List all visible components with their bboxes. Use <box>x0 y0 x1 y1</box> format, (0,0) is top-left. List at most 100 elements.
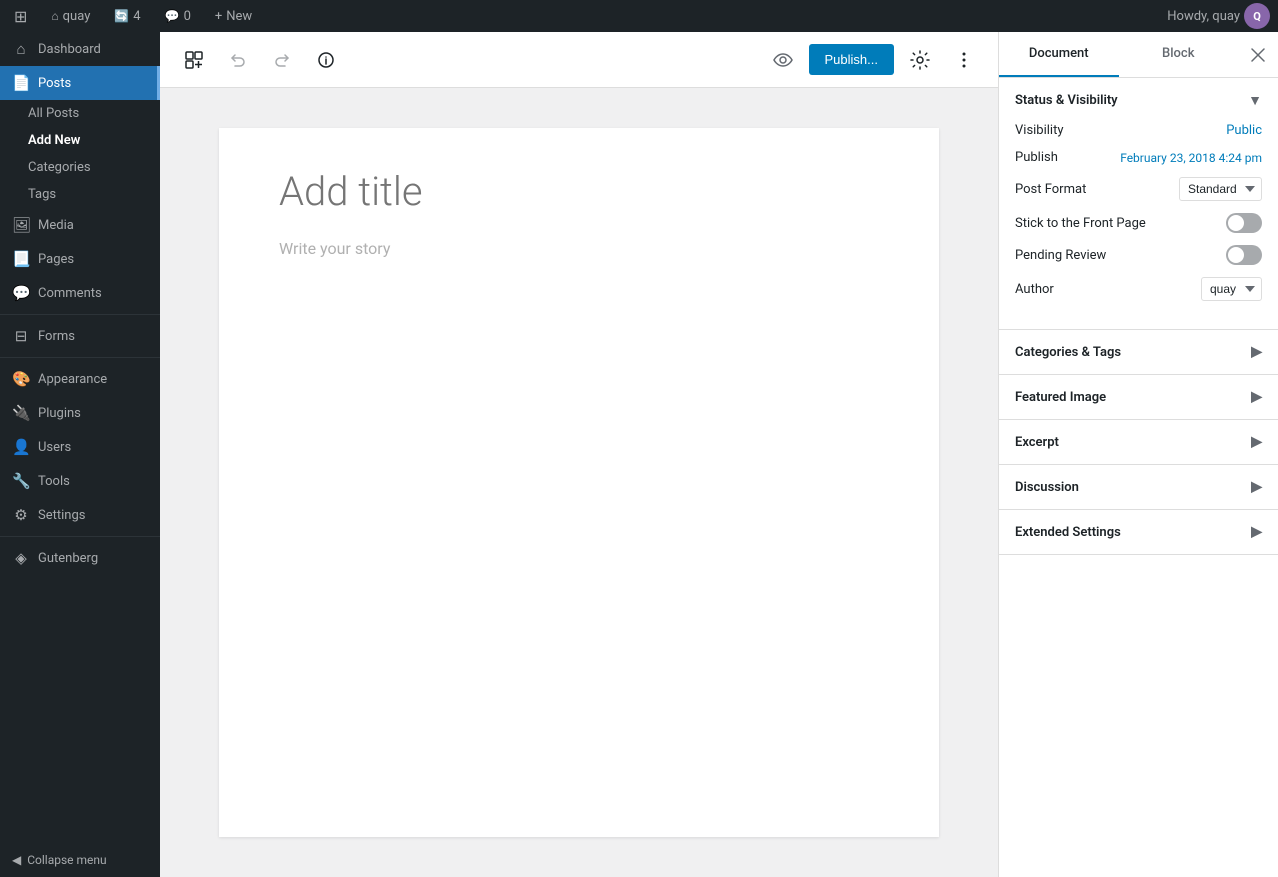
plus-icon: + <box>215 9 222 24</box>
tab-block-label: Block <box>1162 46 1194 61</box>
settings-panel-icon <box>910 50 930 70</box>
appearance-icon: 🎨 <box>12 370 30 388</box>
pages-icon: 📃 <box>12 250 30 268</box>
status-visibility-title: Status & Visibility <box>1015 93 1118 108</box>
categories-tags-chevron: ▶ <box>1251 344 1262 360</box>
sidebar-item-media[interactable]: 🖼 Media <box>0 208 160 242</box>
updates-count: 4 <box>133 9 140 24</box>
visibility-label: Visibility <box>1015 123 1064 138</box>
status-visibility-header[interactable]: Status & Visibility ▼ <box>999 78 1278 123</box>
discussion-chevron: ▶ <box>1251 479 1262 495</box>
preview-button[interactable] <box>765 42 801 78</box>
user-avatar[interactable]: Q <box>1244 3 1270 29</box>
publish-label: Publish... <box>825 52 878 67</box>
gutenberg-icon: ◈ <box>12 549 30 567</box>
settings-icon: ⚙ <box>12 506 30 524</box>
collapse-label: Collapse menu <box>27 853 106 867</box>
collapse-menu-button[interactable]: ◀ Collapse menu <box>0 843 160 877</box>
sidebar-item-label-settings: Settings <box>38 508 85 523</box>
site-name-item[interactable]: ⌂ quay <box>45 0 96 32</box>
comments-item[interactable]: 💬 0 <box>159 0 197 32</box>
extended-settings-header[interactable]: Extended Settings ▶ <box>999 510 1278 554</box>
sidebar-item-tools[interactable]: 🔧 Tools <box>0 464 160 498</box>
sidebar-item-appearance[interactable]: 🎨 Appearance <box>0 362 160 396</box>
excerpt-header[interactable]: Excerpt ▶ <box>999 420 1278 464</box>
updates-item[interactable]: 🔄 4 <box>108 0 146 32</box>
media-icon: 🖼 <box>12 216 30 234</box>
add-block-button[interactable] <box>176 42 212 78</box>
categories-label: Categories <box>28 160 91 175</box>
excerpt-title: Excerpt <box>1015 435 1059 450</box>
discussion-title: Discussion <box>1015 480 1079 495</box>
post-content-area[interactable]: Write your story <box>279 239 879 258</box>
publish-button[interactable]: Publish... <box>809 44 894 75</box>
sidebar-item-pages[interactable]: 📃 Pages <box>0 242 160 276</box>
extended-settings-chevron: ▶ <box>1251 524 1262 540</box>
featured-image-chevron: ▶ <box>1251 389 1262 405</box>
post-format-select[interactable]: Standard <box>1179 177 1262 201</box>
info-button[interactable] <box>308 42 344 78</box>
settings-panel-button[interactable] <box>902 42 938 78</box>
editor-body[interactable]: Write your story <box>160 88 998 877</box>
forms-icon: ⊟ <box>12 327 30 345</box>
panel-close-button[interactable] <box>1238 32 1278 77</box>
sidebar-item-gutenberg[interactable]: ◈ Gutenberg <box>0 541 160 575</box>
home-icon: ⌂ <box>51 9 58 23</box>
stick-front-page-toggle[interactable] <box>1226 213 1262 233</box>
author-select[interactable]: quay <box>1201 277 1262 301</box>
stick-front-page-label: Stick to the Front Page <box>1015 216 1146 231</box>
close-icon <box>1251 48 1265 62</box>
new-item[interactable]: + New <box>209 0 258 32</box>
wp-logo-icon: ⊞ <box>14 7 27 26</box>
redo-icon <box>273 51 291 69</box>
sidebar-item-plugins[interactable]: 🔌 Plugins <box>0 396 160 430</box>
sidebar: ⌂ Dashboard 📄 Posts All Posts Add New Ca… <box>0 32 160 877</box>
admin-bar: ⊞ ⌂ quay 🔄 4 💬 0 + New Howdy, quay Q <box>0 0 1278 32</box>
editor-canvas: Write your story <box>219 128 939 837</box>
more-options-button[interactable] <box>946 42 982 78</box>
wp-logo-item[interactable]: ⊞ <box>8 0 33 32</box>
categories-tags-header[interactable]: Categories & Tags ▶ <box>999 330 1278 374</box>
featured-image-header[interactable]: Featured Image ▶ <box>999 375 1278 419</box>
redo-button[interactable] <box>264 42 300 78</box>
undo-icon <box>229 51 247 69</box>
sidebar-item-label-dashboard: Dashboard <box>38 42 101 57</box>
sidebar-subitem-all-posts[interactable]: All Posts <box>0 100 160 127</box>
sidebar-item-label-pages: Pages <box>38 252 74 267</box>
content-placeholder-text: Write your story <box>279 239 390 258</box>
visibility-value[interactable]: Public <box>1226 123 1262 138</box>
more-options-icon <box>954 50 974 70</box>
author-label: Author <box>1015 282 1054 297</box>
post-title-input[interactable] <box>279 168 879 215</box>
publish-date-value[interactable]: February 23, 2018 4:24 pm <box>1120 151 1262 165</box>
sidebar-item-label-gutenberg: Gutenberg <box>38 551 98 566</box>
info-icon <box>317 51 335 69</box>
post-format-row: Post Format Standard <box>1015 177 1262 201</box>
content-area: Publish... <box>160 32 998 877</box>
tab-block[interactable]: Block <box>1119 32 1239 77</box>
sidebar-item-label-media: Media <box>38 218 74 233</box>
discussion-header[interactable]: Discussion ▶ <box>999 465 1278 509</box>
new-label: New <box>226 9 252 24</box>
pending-review-row: Pending Review <box>1015 245 1262 265</box>
sidebar-item-users[interactable]: 👤 Users <box>0 430 160 464</box>
status-visibility-chevron: ▼ <box>1248 92 1262 109</box>
sidebar-item-dashboard[interactable]: ⌂ Dashboard <box>0 32 160 66</box>
sidebar-item-settings[interactable]: ⚙ Settings <box>0 498 160 532</box>
sidebar-item-posts[interactable]: 📄 Posts <box>0 66 160 100</box>
sidebar-item-label-forms: Forms <box>38 329 75 344</box>
sidebar-item-forms[interactable]: ⊟ Forms <box>0 319 160 353</box>
featured-image-section: Featured Image ▶ <box>999 375 1278 420</box>
excerpt-chevron: ▶ <box>1251 434 1262 450</box>
plugins-icon: 🔌 <box>12 404 30 422</box>
site-name: quay <box>63 9 91 24</box>
sidebar-subitem-categories[interactable]: Categories <box>0 154 160 181</box>
pending-review-toggle[interactable] <box>1226 245 1262 265</box>
sidebar-subitem-tags[interactable]: Tags <box>0 181 160 208</box>
sidebar-subitem-add-new[interactable]: Add New <box>0 127 160 154</box>
undo-button[interactable] <box>220 42 256 78</box>
sidebar-item-label-posts: Posts <box>38 76 71 91</box>
tab-document[interactable]: Document <box>999 32 1119 77</box>
sidebar-item-comments[interactable]: 💬 Comments <box>0 276 160 310</box>
author-row: Author quay <box>1015 277 1262 301</box>
